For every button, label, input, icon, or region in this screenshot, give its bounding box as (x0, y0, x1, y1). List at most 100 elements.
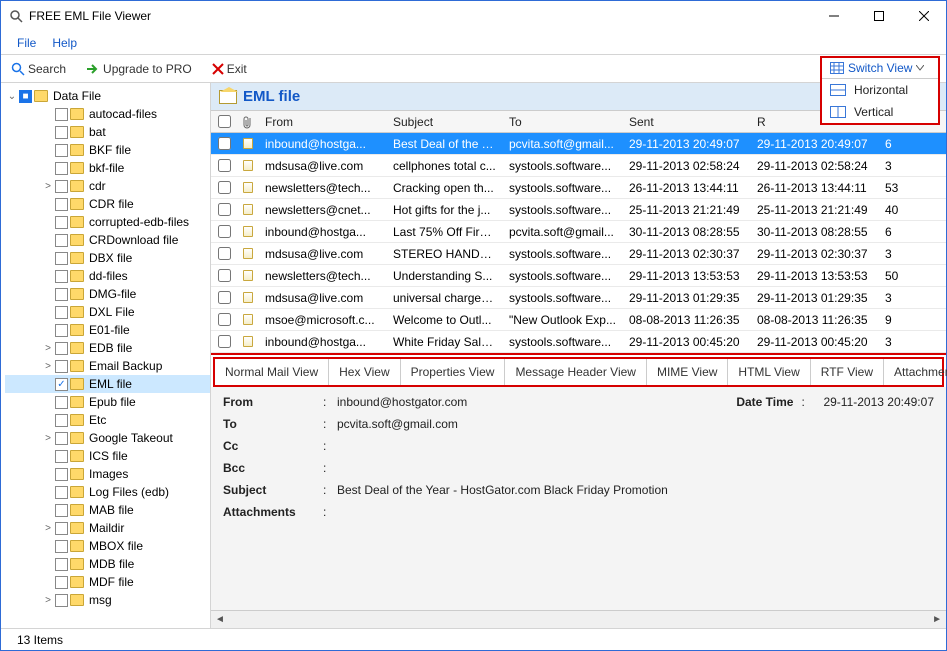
tree-item[interactable]: Etc (5, 411, 210, 429)
col-from[interactable]: From (259, 115, 387, 129)
checkbox[interactable] (55, 306, 68, 319)
col-to[interactable]: To (503, 115, 623, 129)
tree-item[interactable]: bat (5, 123, 210, 141)
switch-vertical[interactable]: Vertical (822, 101, 938, 123)
checkbox[interactable] (55, 324, 68, 337)
row-checkbox[interactable] (218, 137, 231, 150)
tree-item[interactable]: MDF file (5, 573, 210, 591)
grid-row[interactable]: newsletters@tech...Cracking open th...sy… (211, 177, 946, 199)
tab-normal-mail-view[interactable]: Normal Mail View (215, 359, 329, 385)
tab-attachments[interactable]: Attachments (884, 359, 947, 385)
tree-item[interactable]: DBX file (5, 249, 210, 267)
checkbox[interactable] (55, 540, 68, 553)
tree-item[interactable]: MBOX file (5, 537, 210, 555)
grid-row[interactable]: msoe@microsoft.c...Welcome to Outl..."Ne… (211, 309, 946, 331)
row-checkbox[interactable] (218, 291, 231, 304)
twisty-icon[interactable]: > (41, 523, 55, 534)
checkbox[interactable] (55, 504, 68, 517)
tab-rtf-view[interactable]: RTF View (811, 359, 884, 385)
col-sent[interactable]: Sent (623, 115, 751, 129)
tree-item[interactable]: >Maildir (5, 519, 210, 537)
grid-row[interactable]: mdsusa@live.comcellphones total c...syst… (211, 155, 946, 177)
grid-row[interactable]: inbound@hostga...Best Deal of the Y...pc… (211, 133, 946, 155)
tree-item[interactable]: DXL File (5, 303, 210, 321)
grid-row[interactable]: newsletters@tech...Understanding S...sys… (211, 265, 946, 287)
checkbox[interactable] (55, 432, 68, 445)
checkbox[interactable] (55, 558, 68, 571)
tree-item[interactable]: >EDB file (5, 339, 210, 357)
checkbox[interactable] (55, 396, 68, 409)
row-checkbox[interactable] (218, 335, 231, 348)
grid-row[interactable]: newsletters@cnet...Hot gifts for the j..… (211, 199, 946, 221)
tab-mime-view[interactable]: MIME View (647, 359, 728, 385)
checkbox[interactable] (55, 342, 68, 355)
tree-item[interactable]: dd-files (5, 267, 210, 285)
tree-item[interactable]: >cdr (5, 177, 210, 195)
checkbox[interactable]: ✓ (55, 378, 68, 391)
tree-item[interactable]: bkf-file (5, 159, 210, 177)
tree-item[interactable]: E01-file (5, 321, 210, 339)
checkbox[interactable] (55, 486, 68, 499)
checkbox[interactable] (55, 468, 68, 481)
twisty-icon[interactable]: > (41, 181, 55, 192)
tree-item[interactable]: ✓EML file (5, 375, 210, 393)
switch-horizontal[interactable]: Horizontal (822, 79, 938, 101)
twisty-icon[interactable]: > (41, 361, 55, 372)
attachment-column-icon[interactable] (237, 115, 259, 129)
maximize-button[interactable] (856, 1, 901, 31)
row-checkbox[interactable] (218, 225, 231, 238)
checkbox[interactable] (55, 198, 68, 211)
checkbox[interactable] (55, 180, 68, 193)
twisty-icon[interactable]: > (41, 433, 55, 444)
switch-view-button[interactable]: Switch View (822, 58, 938, 79)
tree-item[interactable]: BKF file (5, 141, 210, 159)
upgrade-button[interactable]: Upgrade to PRO (82, 60, 196, 78)
search-button[interactable]: Search (7, 60, 70, 78)
checkbox[interactable] (55, 162, 68, 175)
twisty-icon[interactable]: > (41, 343, 55, 354)
row-checkbox[interactable] (218, 313, 231, 326)
checkbox[interactable] (55, 522, 68, 535)
checkbox[interactable] (55, 288, 68, 301)
scroll-left-icon[interactable]: ◄ (215, 614, 225, 625)
tree-item[interactable]: CRDownload file (5, 231, 210, 249)
horizontal-scrollbar[interactable]: ◄ ► (211, 610, 946, 628)
tab-hex-view[interactable]: Hex View (329, 359, 400, 385)
checkbox[interactable] (55, 360, 68, 373)
tree-item[interactable]: Images (5, 465, 210, 483)
menu-file[interactable]: File (17, 36, 36, 50)
minimize-button[interactable] (811, 1, 856, 31)
checkbox[interactable] (55, 126, 68, 139)
row-checkbox[interactable] (218, 247, 231, 260)
tree-item[interactable]: CDR file (5, 195, 210, 213)
tree-item[interactable]: DMG-file (5, 285, 210, 303)
checkbox[interactable] (55, 252, 68, 265)
twisty-icon[interactable]: > (41, 595, 55, 606)
tab-message-header-view[interactable]: Message Header View (505, 359, 647, 385)
grid-row[interactable]: mdsusa@live.comSTEREO HANDSFR...systools… (211, 243, 946, 265)
tree-item[interactable]: corrupted-edb-files (5, 213, 210, 231)
tree-item[interactable]: >Google Takeout (5, 429, 210, 447)
checkbox[interactable] (55, 144, 68, 157)
checkbox[interactable] (55, 216, 68, 229)
col-subject[interactable]: Subject (387, 115, 503, 129)
row-checkbox[interactable] (218, 269, 231, 282)
row-checkbox[interactable] (218, 159, 231, 172)
tab-html-view[interactable]: HTML View (728, 359, 810, 385)
scroll-right-icon[interactable]: ► (932, 614, 942, 625)
tree-item[interactable]: Log Files (edb) (5, 483, 210, 501)
checkbox[interactable] (55, 234, 68, 247)
checkbox[interactable] (55, 576, 68, 589)
exit-button[interactable]: Exit (208, 60, 251, 78)
tree-item[interactable]: Epub file (5, 393, 210, 411)
checkbox[interactable] (55, 108, 68, 121)
tree-item[interactable]: MDB file (5, 555, 210, 573)
tree-item[interactable]: autocad-files (5, 105, 210, 123)
folder-tree[interactable]: ⌄ ■ Data File autocad-filesbatBKF filebk… (1, 83, 211, 628)
grid-row[interactable]: mdsusa@live.comuniversal charger ...syst… (211, 287, 946, 309)
menu-help[interactable]: Help (52, 36, 77, 50)
close-button[interactable] (901, 1, 946, 31)
checkbox[interactable] (55, 594, 68, 607)
checkbox[interactable] (55, 414, 68, 427)
tab-properties-view[interactable]: Properties View (401, 359, 506, 385)
